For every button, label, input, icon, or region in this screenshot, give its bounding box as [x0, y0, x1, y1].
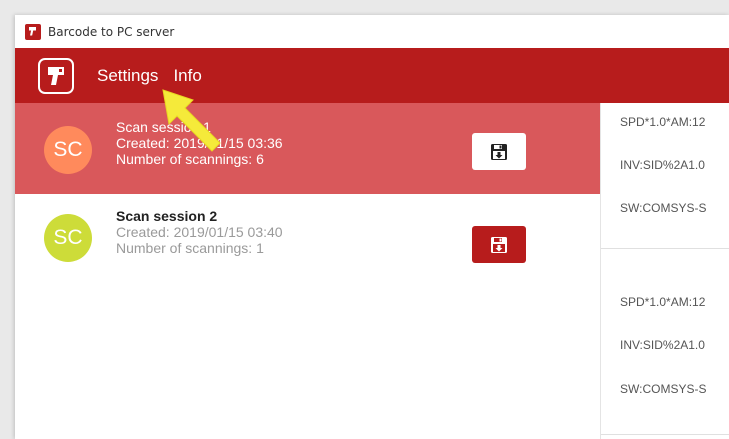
session-avatar: SC	[44, 214, 92, 262]
scan-sessions-list: SC Scan session 1 Created: 2019/01/15 03…	[15, 103, 600, 439]
app-toolbar: Settings Info	[15, 48, 729, 103]
session-created: Created: 2019/01/15 03:36	[116, 135, 283, 151]
scan-group-divider	[601, 248, 729, 249]
scan-item[interactable]: SW:COMSYS-S	[601, 370, 729, 408]
scannings-list: SPD*1.0*AM:12 INV:SID%2A1.0 SW:COMSYS-S …	[601, 103, 729, 439]
save-session-button[interactable]	[472, 133, 526, 170]
session-scan-count: Number of scannings: 1	[116, 240, 264, 256]
scan-session-item[interactable]: SC Scan session 2 Created: 2019/01/15 03…	[15, 194, 600, 285]
save-export-icon	[491, 236, 507, 253]
save-export-icon	[491, 143, 507, 160]
session-name: Scan session 2	[116, 208, 218, 224]
app-window: Barcode to PC server Settings Info SC Sc…	[15, 15, 729, 439]
app-logo-icon	[25, 23, 41, 40]
scan-item[interactable]: INV:SID%2A1.0	[601, 326, 729, 364]
scan-session-item[interactable]: SC Scan session 1 Created: 2019/01/15 03…	[15, 103, 600, 194]
session-avatar: SC	[44, 126, 92, 174]
scan-item[interactable]: SW:COMSYS-S	[601, 189, 729, 227]
menu-settings[interactable]: Settings	[97, 66, 158, 86]
window-title: Barcode to PC server	[48, 24, 175, 39]
scan-item[interactable]: SPD*1.0*AM:12	[601, 283, 729, 321]
session-scan-count: Number of scannings: 6	[116, 151, 264, 167]
scan-item[interactable]: INV:SID%2A1.0	[601, 146, 729, 184]
save-session-button[interactable]	[472, 226, 526, 263]
scan-group-divider	[601, 434, 729, 435]
barcode-scanner-logo-icon[interactable]	[38, 57, 74, 94]
session-created: Created: 2019/01/15 03:40	[116, 224, 283, 240]
session-name: Scan session 1	[116, 119, 211, 135]
scan-item[interactable]: SPD*1.0*AM:12	[601, 103, 729, 141]
window-titlebar: Barcode to PC server	[15, 15, 729, 48]
menu-info[interactable]: Info	[173, 66, 201, 86]
